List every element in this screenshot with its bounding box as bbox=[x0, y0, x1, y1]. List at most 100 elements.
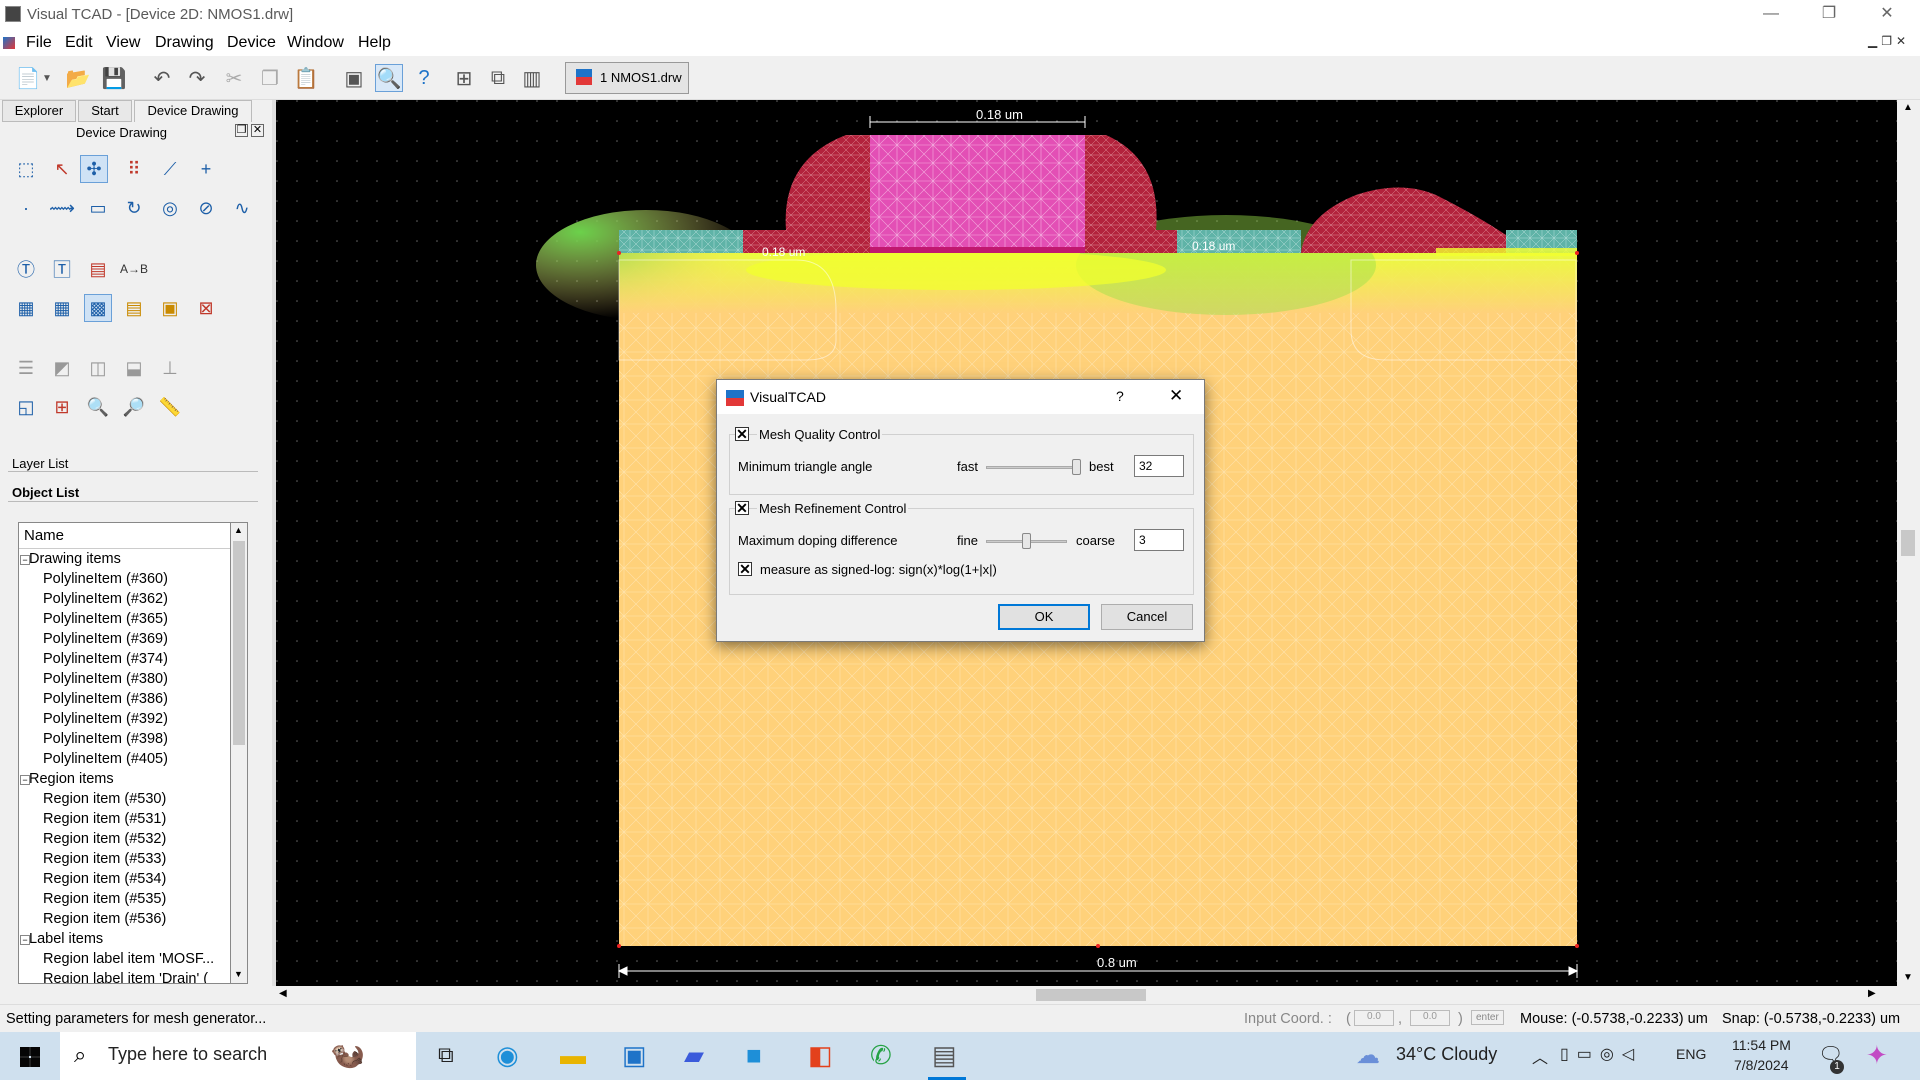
restore-button[interactable]: ❐ bbox=[1800, 0, 1858, 30]
windows-start-icon[interactable] bbox=[20, 1047, 40, 1067]
redo-icon[interactable]: ↷ bbox=[183, 64, 211, 92]
save-icon[interactable]: 💾 bbox=[100, 64, 128, 92]
circle-tool-icon[interactable]: ◎ bbox=[156, 194, 184, 222]
edge-icon[interactable]: ◉ bbox=[496, 1040, 519, 1071]
zoom-in-icon[interactable]: 🔍 bbox=[84, 393, 112, 421]
rotate-icon[interactable]: ◩ bbox=[48, 354, 76, 382]
menu-file[interactable]: File bbox=[26, 34, 52, 52]
tree-item[interactable]: Region item (#535) bbox=[43, 891, 166, 907]
cascade-icon[interactable]: ⧉ bbox=[484, 64, 512, 92]
mesh-tool-icon[interactable]: ✣ bbox=[80, 155, 108, 183]
object-list-header[interactable]: Object List bbox=[12, 485, 79, 500]
scroll-right-icon[interactable]: ▶ bbox=[1868, 988, 1876, 999]
select-region-icon[interactable]: ⬚ bbox=[12, 155, 40, 183]
tree-header-name[interactable]: Name bbox=[19, 523, 247, 549]
float-icon[interactable]: ❐ bbox=[235, 124, 248, 137]
open-folder-icon[interactable]: 📂 bbox=[64, 64, 92, 92]
tree-item[interactable]: PolylineItem (#392) bbox=[43, 711, 168, 727]
flip-icon[interactable]: ⬓ bbox=[120, 354, 148, 382]
minimize-button[interactable]: — bbox=[1742, 0, 1800, 30]
layer-list-header[interactable]: Layer List bbox=[12, 456, 68, 471]
tree-item[interactable]: Region item (#531) bbox=[43, 811, 166, 827]
dropdown-arrow-icon[interactable]: ▼ bbox=[40, 64, 54, 92]
tab-device-drawing[interactable]: Device Drawing bbox=[134, 100, 252, 122]
app-icon-blue[interactable]: ■ bbox=[746, 1040, 762, 1071]
task-view-icon[interactable]: ⧉ bbox=[438, 1042, 454, 1068]
weather-text[interactable]: 34°C Cloudy bbox=[1396, 1044, 1497, 1065]
scroll-down-icon[interactable]: ▼ bbox=[234, 969, 243, 979]
tree-item[interactable]: Region item (#536) bbox=[43, 911, 166, 927]
dimension-label-icon[interactable]: A→B bbox=[120, 255, 148, 283]
scroll-up-icon[interactable]: ▲ bbox=[234, 525, 243, 535]
tree-item[interactable]: PolylineItem (#369) bbox=[43, 631, 168, 647]
tree-group-label-items[interactable]: − Label items bbox=[19, 931, 231, 951]
tree-item[interactable]: PolylineItem (#398) bbox=[43, 731, 168, 747]
tree-item[interactable]: Region item (#533) bbox=[43, 851, 166, 867]
ruler-icon[interactable]: 📏 bbox=[156, 393, 184, 421]
mesh-quality-checkbox[interactable]: ✕ bbox=[735, 427, 749, 441]
chevron-up-icon[interactable]: ︿ bbox=[1532, 1044, 1548, 1068]
object-tree[interactable]: Name − Drawing items PolylineItem (#360) … bbox=[18, 522, 248, 984]
tray-icons[interactable]: ▯▭◎◁ bbox=[1560, 1044, 1642, 1064]
properties-icon[interactable]: ☰ bbox=[12, 354, 40, 382]
mesh-region-icon[interactable]: ▦ bbox=[12, 294, 40, 322]
search-box[interactable]: ⌕ Type here to search 🦦 bbox=[60, 1032, 416, 1080]
help-icon[interactable]: ? bbox=[410, 64, 438, 92]
polyline-tool-icon[interactable]: ⟿ bbox=[48, 194, 76, 222]
tree-group-region[interactable]: − Region items bbox=[19, 771, 231, 791]
terminal-icon[interactable]: ▣ bbox=[340, 64, 368, 92]
menu-edit[interactable]: Edit bbox=[65, 34, 93, 52]
file-explorer-icon[interactable]: ▬ bbox=[560, 1040, 586, 1071]
tree-item[interactable]: Region item (#532) bbox=[43, 831, 166, 847]
doping-profile-icon[interactable]: ▤ bbox=[120, 294, 148, 322]
dialog-close-button[interactable]: ✕ bbox=[1169, 386, 1183, 406]
copilot-icon[interactable]: ✦ bbox=[1866, 1040, 1888, 1071]
text-tool-icon[interactable]: Ⓣ bbox=[12, 255, 40, 283]
point-tool-icon[interactable]: · bbox=[12, 194, 40, 222]
mirror-icon[interactable]: ◫ bbox=[84, 354, 112, 382]
arc-tool-icon[interactable]: ↻ bbox=[120, 194, 148, 222]
menu-help[interactable]: Help bbox=[358, 34, 391, 52]
tree-item[interactable]: Region item (#534) bbox=[43, 871, 166, 887]
min-angle-slider[interactable] bbox=[986, 459, 1081, 478]
paste-icon[interactable]: 📋 bbox=[292, 64, 320, 92]
mdi-controls[interactable]: ▁❐✕ bbox=[1868, 34, 1910, 48]
signed-log-checkbox[interactable]: ✕ bbox=[738, 562, 752, 576]
slider-thumb[interactable] bbox=[1072, 459, 1081, 475]
whatsapp-icon[interactable]: ✆ bbox=[870, 1040, 892, 1071]
scroll-left-icon[interactable]: ◀ bbox=[279, 988, 287, 999]
close-panel-icon[interactable]: ✕ bbox=[251, 124, 264, 137]
cancel-button[interactable]: Cancel bbox=[1101, 604, 1193, 630]
menu-window[interactable]: Window bbox=[287, 34, 344, 52]
spline-tool-icon[interactable]: ∿ bbox=[228, 194, 256, 222]
menu-view[interactable]: View bbox=[106, 34, 140, 52]
document-tab[interactable]: 1 NMOS1.drw bbox=[565, 62, 689, 94]
slider-thumb[interactable] bbox=[1022, 533, 1031, 549]
mesh-refine-icon[interactable]: ▦ bbox=[48, 294, 76, 322]
tree-item[interactable]: PolylineItem (#374) bbox=[43, 651, 168, 667]
line-tool-icon[interactable]: ⟋ bbox=[156, 155, 184, 183]
tree-item[interactable]: PolylineItem (#380) bbox=[43, 671, 168, 687]
columns-icon[interactable]: ▥ bbox=[518, 64, 546, 92]
canvas-hscrollbar[interactable]: ◀ ▶ bbox=[276, 986, 1920, 1004]
language-indicator[interactable]: ENG bbox=[1676, 1046, 1706, 1062]
menu-device[interactable]: Device bbox=[227, 34, 276, 52]
cross-tool-icon[interactable]: + bbox=[192, 155, 220, 183]
clock-time[interactable]: 11:54 PM bbox=[1732, 1037, 1791, 1053]
tree-item[interactable]: PolylineItem (#365) bbox=[43, 611, 168, 627]
app-icon-m[interactable]: ▰ bbox=[684, 1040, 704, 1071]
grid-dots-icon[interactable]: ⠿ bbox=[120, 155, 148, 183]
pointer-icon[interactable]: ↖ bbox=[48, 155, 76, 183]
zoom-fit-icon[interactable]: 🔍 bbox=[375, 64, 403, 92]
zoom-out-icon[interactable]: 🔎 bbox=[120, 393, 148, 421]
store-icon[interactable]: ▣ bbox=[622, 1040, 647, 1071]
coord-y-input[interactable]: 0.0 bbox=[1410, 1010, 1450, 1026]
doping-diff-slider[interactable] bbox=[986, 533, 1067, 552]
coord-x-input[interactable]: 0.0 bbox=[1354, 1010, 1394, 1026]
doping-diff-input[interactable]: 3 bbox=[1134, 529, 1184, 551]
tree-item[interactable]: PolylineItem (#405) bbox=[43, 751, 168, 767]
tree-item[interactable]: Region label item 'Drain' ( bbox=[43, 971, 208, 983]
tree-item[interactable]: PolylineItem (#362) bbox=[43, 591, 168, 607]
close-button[interactable]: ✕ bbox=[1858, 0, 1916, 30]
align-icon[interactable]: ⊥ bbox=[156, 354, 184, 382]
